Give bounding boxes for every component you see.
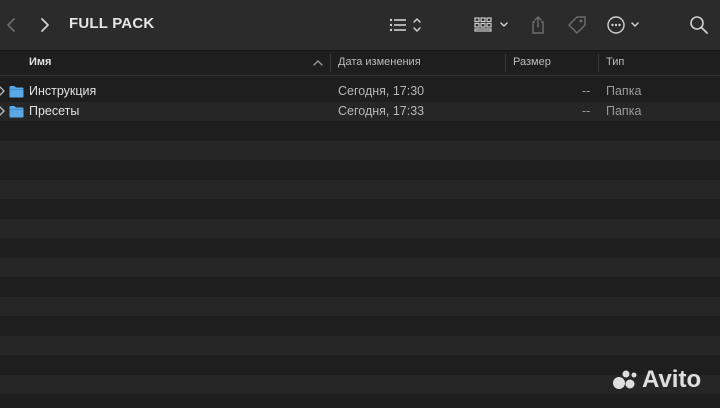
file-name: Инструкция	[29, 84, 97, 98]
tag-button[interactable]	[564, 9, 590, 41]
empty-row	[0, 257, 720, 277]
disclosure-triangle-icon[interactable]	[0, 86, 5, 96]
column-name[interactable]: Имя	[29, 56, 51, 68]
file-kind: Папка	[606, 103, 642, 118]
disclosure-triangle-icon[interactable]	[0, 105, 5, 116]
empty-row	[0, 218, 720, 238]
file-size: --	[582, 84, 591, 98]
sort-ascending-icon	[313, 60, 323, 66]
avito-logo-icon	[613, 370, 637, 389]
view-mode-button[interactable]	[386, 9, 426, 41]
chevron-right-icon	[41, 18, 49, 32]
empty-row	[0, 160, 720, 180]
file-row[interactable]: Пресеты Сегодня, 17:33 -- Папка	[0, 101, 720, 121]
chevron-left-icon	[7, 18, 15, 32]
column-separator[interactable]	[330, 54, 331, 72]
watermark-text: Avito	[642, 366, 702, 393]
group-button[interactable]	[472, 9, 512, 41]
empty-row	[0, 238, 720, 258]
empty-row	[0, 316, 720, 336]
empty-row	[0, 179, 720, 199]
empty-row	[0, 277, 720, 297]
column-size[interactable]: Размер	[513, 56, 551, 68]
window-title: FULL PACK	[69, 15, 155, 32]
file-kind: Папка	[606, 84, 642, 98]
empty-row	[0, 296, 720, 316]
tag-icon	[568, 16, 586, 34]
column-header: Имя Дата изменения Размер Тип	[0, 51, 720, 76]
column-separator[interactable]	[505, 54, 506, 72]
search-button[interactable]	[686, 9, 712, 41]
file-date: Сегодня, 17:30	[338, 84, 425, 98]
forward-button[interactable]	[34, 9, 56, 41]
ellipsis-circle-icon	[607, 16, 639, 34]
empty-row	[0, 199, 720, 219]
column-kind[interactable]: Тип	[606, 56, 624, 68]
folder-icon	[9, 86, 24, 98]
empty-row	[0, 140, 720, 160]
folder-icon	[9, 105, 24, 117]
share-button[interactable]	[526, 9, 550, 41]
grid-icon	[474, 17, 508, 32]
file-size: --	[582, 103, 591, 118]
avito-watermark: Avito	[612, 366, 701, 394]
share-icon	[532, 16, 544, 34]
toolbar: FULL PACK	[0, 0, 720, 51]
column-separator[interactable]	[598, 54, 599, 72]
more-actions-button[interactable]	[606, 9, 644, 41]
search-icon	[690, 16, 708, 34]
file-date: Сегодня, 17:33	[338, 103, 425, 118]
file-row[interactable]: Инструкция Сегодня, 17:30 -- Папка	[0, 82, 720, 102]
file-name: Пресеты	[29, 103, 80, 118]
back-button[interactable]	[0, 9, 22, 41]
empty-row	[0, 335, 720, 355]
column-date[interactable]: Дата изменения	[338, 56, 421, 68]
file-list: Инструкция Сегодня, 17:30 -- Папка Пресе…	[0, 82, 720, 394]
list-icon	[389, 18, 421, 32]
empty-row	[0, 121, 720, 141]
